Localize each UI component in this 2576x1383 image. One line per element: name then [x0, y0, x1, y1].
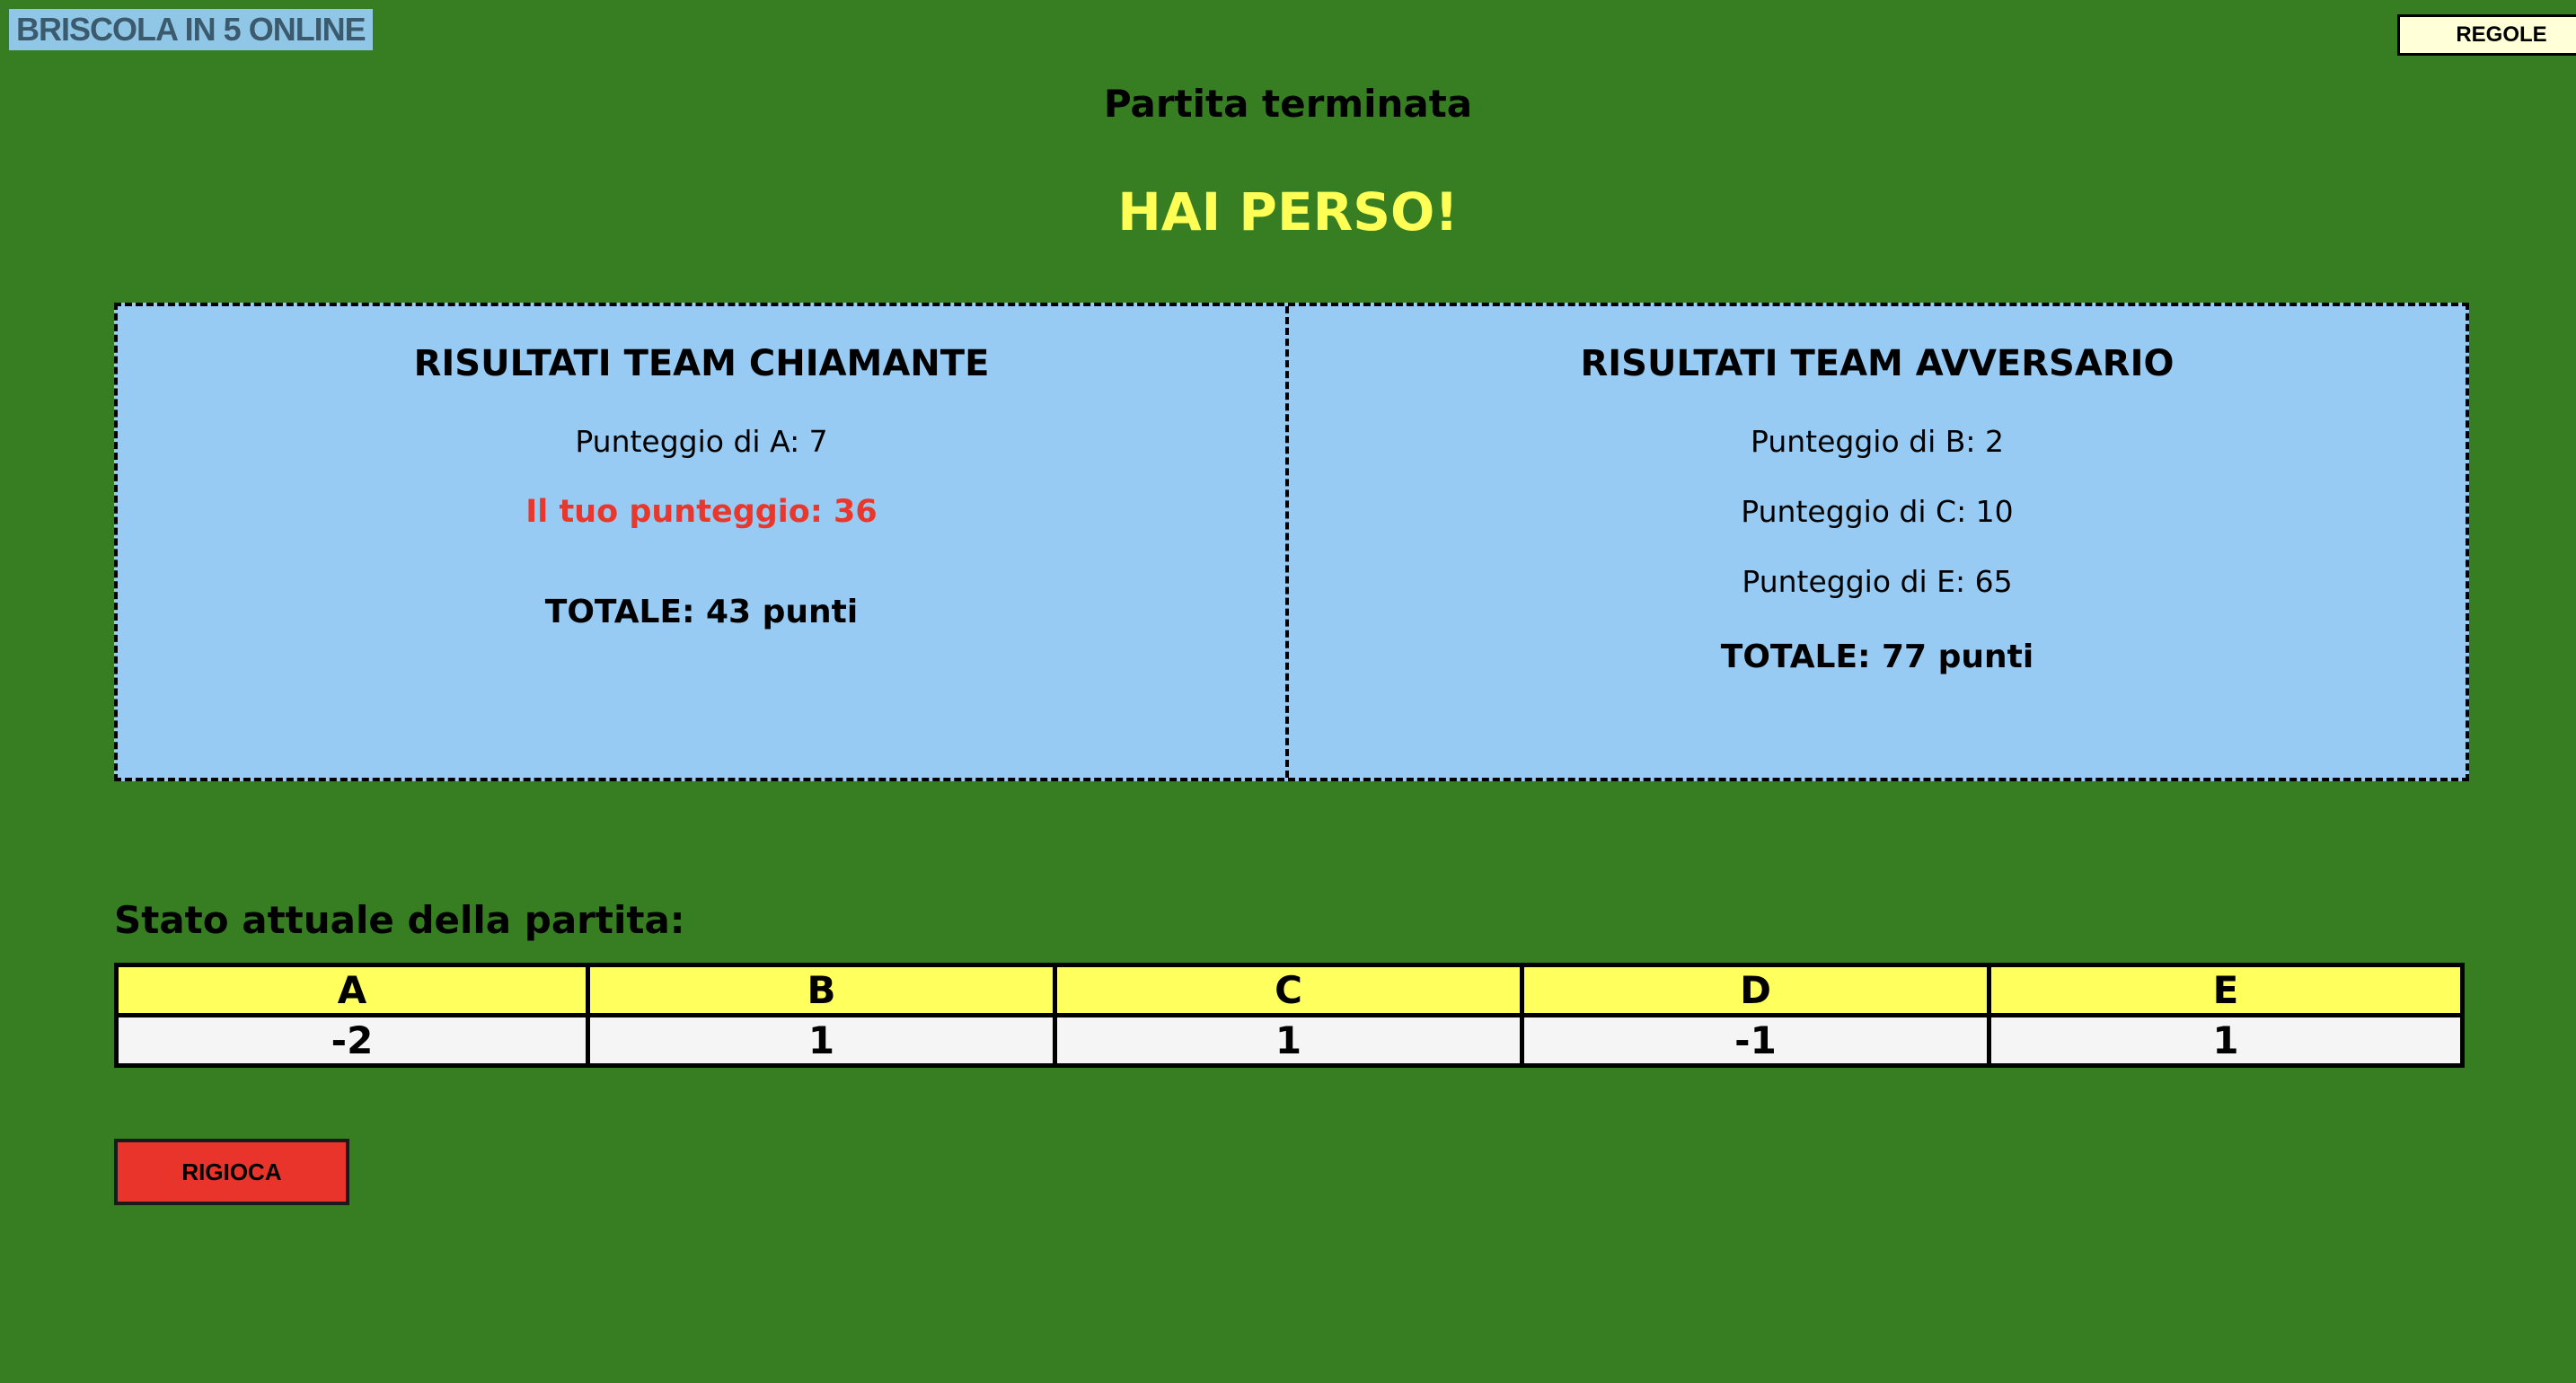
opponent-team-results: RISULTATI TEAM AVVERSARIO Punteggio di B…: [1289, 306, 2466, 778]
opponent-team-heading: RISULTATI TEAM AVVERSARIO: [1580, 343, 2175, 384]
player-value-e: 1: [1987, 1013, 2465, 1068]
player-column-d: D: [1520, 963, 1991, 1017]
player-value-b: 1: [586, 1013, 1057, 1068]
game-state-values-row: -2 1 1 -1 1: [114, 1013, 2465, 1068]
player-value-c: 1: [1053, 1013, 1524, 1068]
player-column-e: E: [1987, 963, 2465, 1017]
calling-team-heading: RISULTATI TEAM CHIAMANTE: [413, 343, 990, 384]
game-state-table: A B C D E -2 1 1 -1 1: [114, 963, 2465, 1068]
app-logo: BRISCOLA IN 5 ONLINE: [9, 9, 373, 50]
score-line-b: Punteggio di B: 2: [1751, 424, 2004, 459]
game-outcome: HAI PERSO!: [1117, 181, 1459, 242]
player-column-c: C: [1053, 963, 1524, 1017]
player-column-a: A: [114, 963, 590, 1017]
score-line-c: Punteggio di C: 10: [1741, 494, 2014, 529]
results-panel: RISULTATI TEAM CHIAMANTE Punteggio di A:…: [114, 303, 2469, 781]
opponent-team-total: TOTALE: 77 punti: [1720, 639, 2034, 675]
player-value-d: -1: [1520, 1013, 1991, 1068]
game-status-title: Partita terminata: [1103, 82, 1473, 126]
player-value-a: -2: [114, 1013, 590, 1068]
score-line-a: Punteggio di A: 7: [575, 424, 828, 459]
calling-team-total: TOTALE: 43 punti: [544, 594, 859, 630]
score-line-e: Punteggio di E: 65: [1742, 564, 2013, 599]
rules-button[interactable]: REGOLE: [2397, 14, 2576, 56]
your-score: Il tuo punteggio: 36: [525, 494, 878, 530]
game-state-label: Stato attuale della partita:: [114, 898, 685, 942]
calling-team-results: RISULTATI TEAM CHIAMANTE Punteggio di A:…: [118, 306, 1289, 778]
player-column-b: B: [586, 963, 1057, 1017]
game-state-header-row: A B C D E: [114, 963, 2465, 1017]
replay-button[interactable]: RIGIOCA: [114, 1139, 349, 1205]
